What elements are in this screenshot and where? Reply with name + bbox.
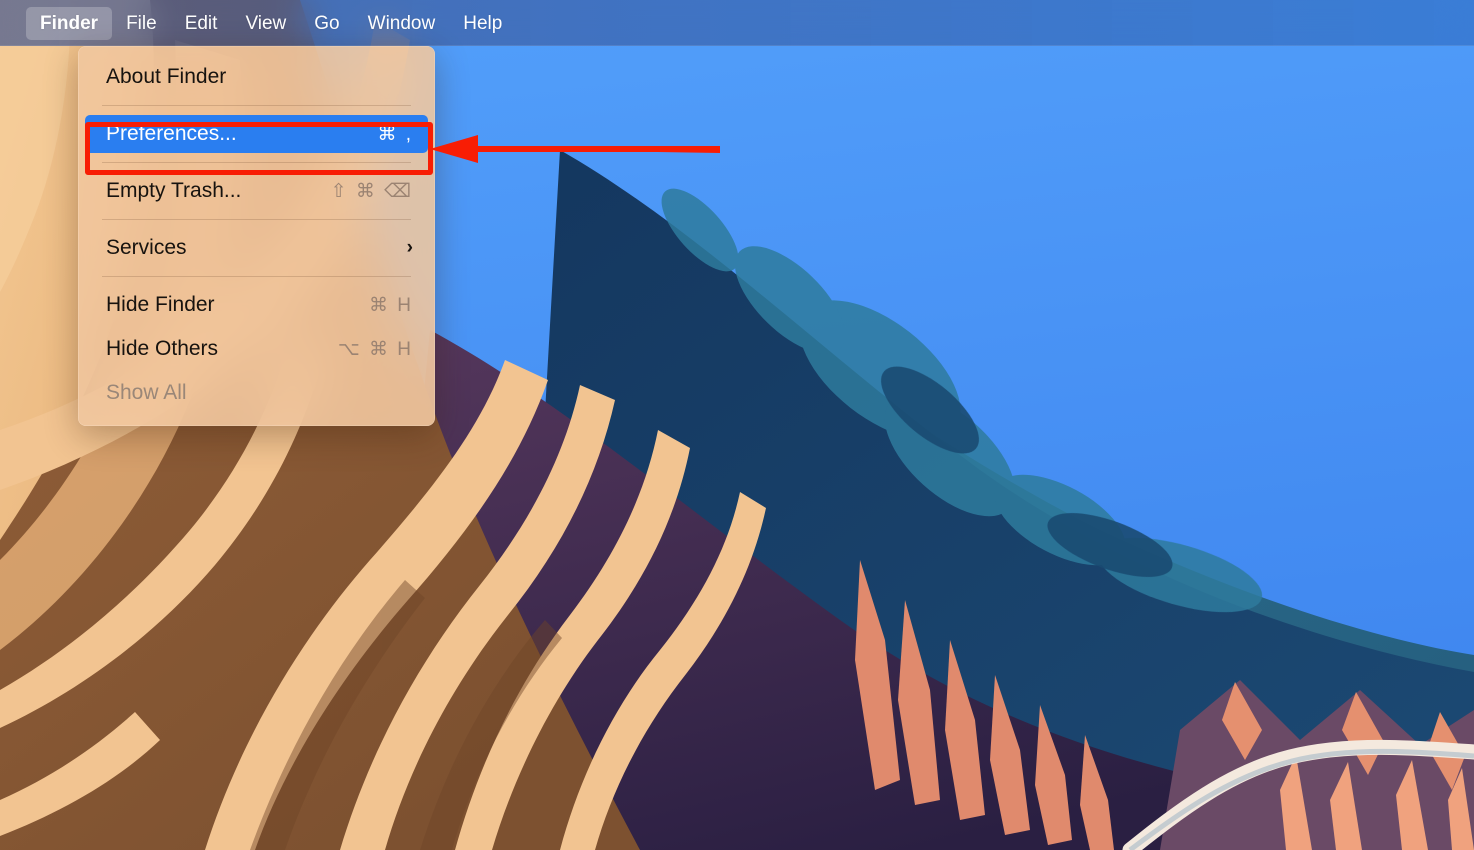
menu-item-show-all: Show All [78,371,435,415]
menu-item-label: Empty Trash... [106,179,241,203]
menubar-item-view[interactable]: View [231,7,300,40]
menu-item-empty-trash[interactable]: Empty Trash... ⇧ ⌘ ⌫ [78,169,435,213]
annotation-arrow-icon [430,133,720,165]
menu-item-services[interactable]: Services › [78,226,435,270]
menu-item-shortcut: ⌘ H [369,294,413,317]
menu-separator [102,276,411,277]
menu-item-about-finder[interactable]: About Finder [78,55,435,99]
menu-item-label: Show All [106,381,187,405]
menu-item-shortcut: ⇧ ⌘ ⌫ [331,180,413,203]
menu-item-shortcut: ⌥ ⌘ H [338,338,413,361]
menu-item-label: Hide Others [106,337,218,361]
menubar-item-edit[interactable]: Edit [171,7,232,40]
annotation-highlight-box [85,122,433,175]
menu-bar[interactable]: Finder File Edit View Go Window Help [0,0,1474,46]
menu-item-label: About Finder [106,65,226,89]
menu-separator [102,219,411,220]
menubar-item-help[interactable]: Help [449,7,516,40]
apple-menu-button[interactable] [0,21,26,25]
menu-item-label: Hide Finder [106,293,215,317]
menu-item-hide-others[interactable]: Hide Others ⌥ ⌘ H [78,327,435,371]
menubar-item-file[interactable]: File [112,7,171,40]
menubar-item-go[interactable]: Go [300,7,353,40]
finder-dropdown-menu[interactable]: About Finder Preferences... ⌘ , Empty Tr… [78,46,435,426]
chevron-right-icon: › [407,237,413,259]
menu-separator [102,105,411,106]
menubar-item-finder[interactable]: Finder [26,7,112,40]
menubar-item-window[interactable]: Window [354,7,450,40]
menu-item-hide-finder[interactable]: Hide Finder ⌘ H [78,283,435,327]
menu-item-label: Services [106,236,187,260]
